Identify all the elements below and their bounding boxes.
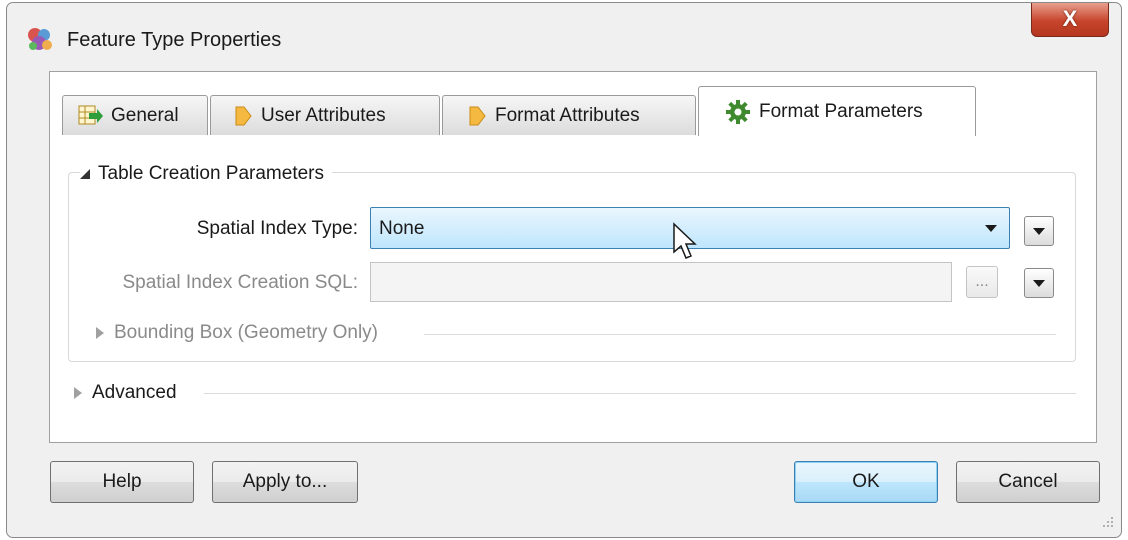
spatial-index-type-label: Spatial Index Type: — [196, 218, 358, 239]
browse-button[interactable]: ... — [966, 266, 998, 298]
help-button[interactable]: Help — [50, 461, 194, 503]
spatial-index-sql-label: Spatial Index Creation SQL: — [122, 272, 358, 293]
chevron-down-icon — [1033, 280, 1045, 287]
expand-triangle-icon — [74, 387, 82, 399]
divider — [204, 393, 1076, 394]
dropdown-arrow-icon — [985, 225, 997, 232]
tab-format-attributes[interactable]: Format Attributes — [442, 95, 696, 135]
collapse-triangle-icon — [80, 169, 90, 179]
attribute-tag-icon — [469, 106, 486, 125]
app-icon — [28, 28, 52, 50]
tab-general-label: General — [111, 104, 179, 126]
spatial-index-sql-menu-button[interactable] — [1024, 268, 1054, 298]
tab-format-parameters[interactable]: Format Parameters — [698, 86, 976, 136]
table-arrow-icon — [78, 105, 103, 124]
ok-button[interactable]: OK — [794, 461, 938, 503]
advanced-header-label: Advanced — [92, 382, 177, 403]
window-title: Feature Type Properties — [67, 29, 282, 51]
gear-icon — [726, 99, 750, 124]
tab-format-attributes-label: Format Attributes — [495, 104, 640, 126]
bounding-box-header-label: Bounding Box (Geometry Only) — [114, 322, 379, 343]
tab-user-attributes-label: User Attributes — [261, 104, 386, 126]
bounding-box-header[interactable]: Bounding Box (Geometry Only) — [92, 322, 378, 344]
mouse-cursor-icon — [673, 222, 697, 259]
apply-to-button[interactable]: Apply to... — [212, 461, 358, 503]
spatial-index-sql-field[interactable] — [370, 262, 952, 302]
tab-general[interactable]: General — [62, 95, 208, 135]
close-button[interactable]: X — [1031, 3, 1109, 37]
table-creation-header-label: Table Creation Parameters — [98, 163, 324, 184]
spatial-index-type-value: None — [379, 218, 425, 239]
title-bar: Feature Type Properties X — [7, 3, 1121, 63]
divider — [424, 334, 1056, 335]
cancel-button[interactable]: Cancel — [956, 461, 1100, 503]
chevron-down-icon — [1033, 228, 1045, 235]
attribute-tag-icon — [235, 106, 252, 125]
spatial-index-type-menu-button[interactable] — [1024, 216, 1054, 246]
tab-format-parameters-label: Format Parameters — [759, 100, 923, 122]
expand-triangle-icon — [96, 327, 104, 339]
resize-grip-icon[interactable] — [1100, 514, 1114, 528]
table-creation-header[interactable]: Table Creation Parameters — [80, 163, 332, 185]
tab-user-attributes[interactable]: User Attributes — [210, 95, 440, 135]
advanced-header[interactable]: Advanced — [70, 382, 177, 404]
